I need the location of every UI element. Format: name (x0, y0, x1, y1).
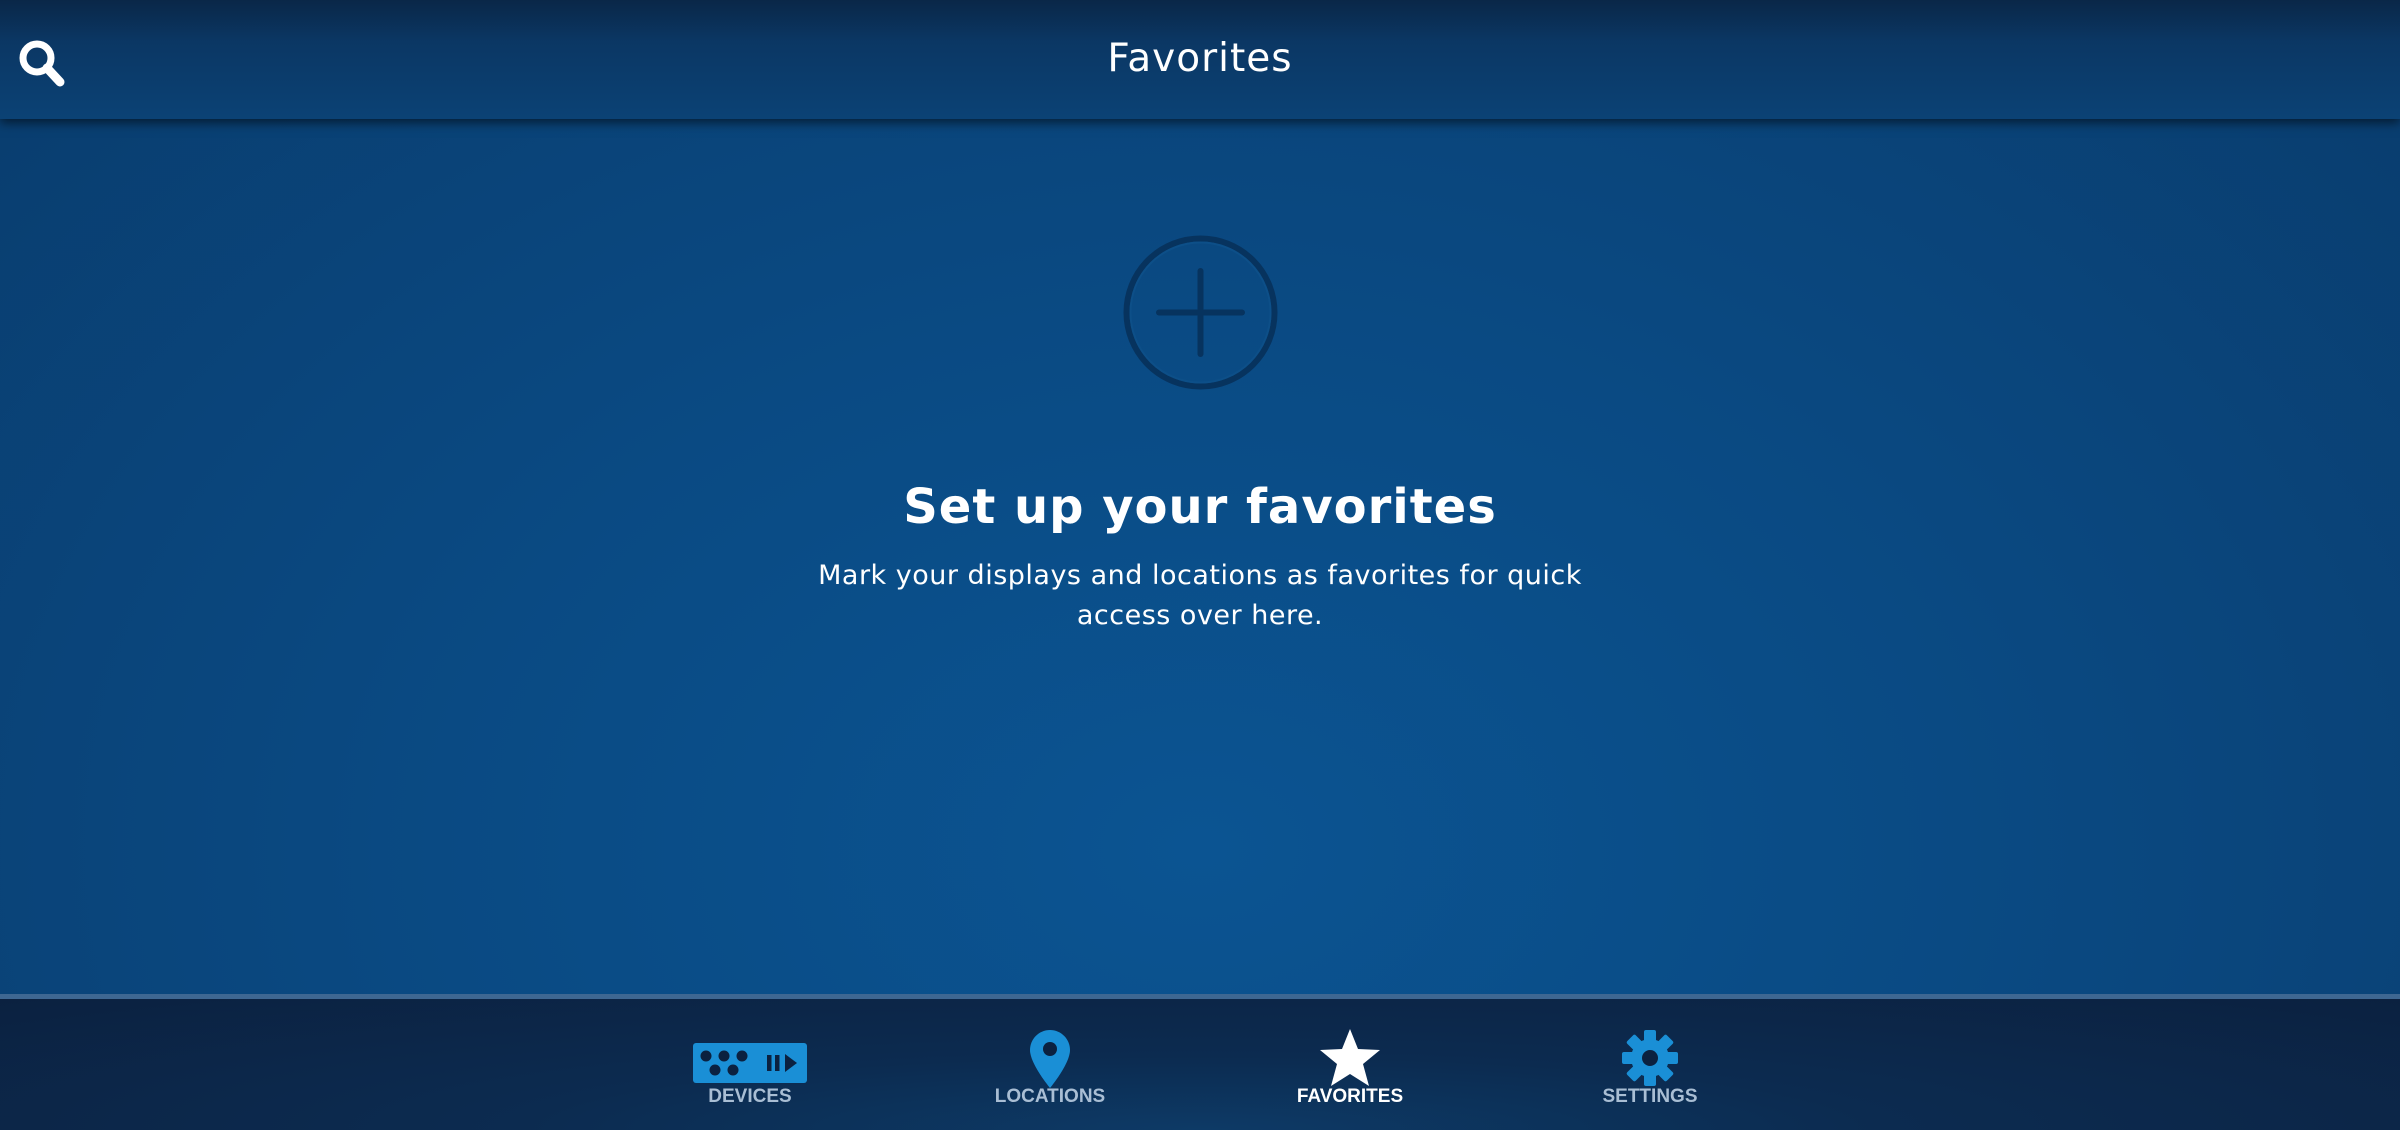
tab-settings[interactable]: SETTINGS (1530, 1004, 1770, 1130)
bottom-tab-bar: DEVICES LOCATIONS FAVORITES SETTINGS (0, 994, 2400, 1130)
devices-icon (693, 1043, 807, 1083)
star-icon (1320, 1029, 1380, 1086)
empty-state-description: Mark your displays and locations as favo… (818, 560, 1582, 631)
tab-devices[interactable]: DEVICES (630, 1004, 870, 1130)
tab-label: SETTINGS (1602, 1086, 1698, 1107)
tab-label: FAVORITES (1296, 1086, 1404, 1107)
page-title: Favorites (1107, 36, 1293, 81)
add-circle-icon (1123, 235, 1278, 390)
empty-state-title: Set up your favorites (903, 479, 1497, 535)
tab-locations[interactable]: LOCATIONS (930, 1004, 1170, 1130)
gear-icon (1622, 1030, 1678, 1086)
add-favorite-button[interactable] (1122, 234, 1279, 391)
tab-label: DEVICES (708, 1086, 792, 1107)
app-header: Favorites (0, 0, 2400, 119)
tab-label: LOCATIONS (994, 1086, 1106, 1107)
location-pin-icon (1030, 1030, 1070, 1088)
tab-favorites[interactable]: FAVORITES (1230, 1004, 1470, 1130)
